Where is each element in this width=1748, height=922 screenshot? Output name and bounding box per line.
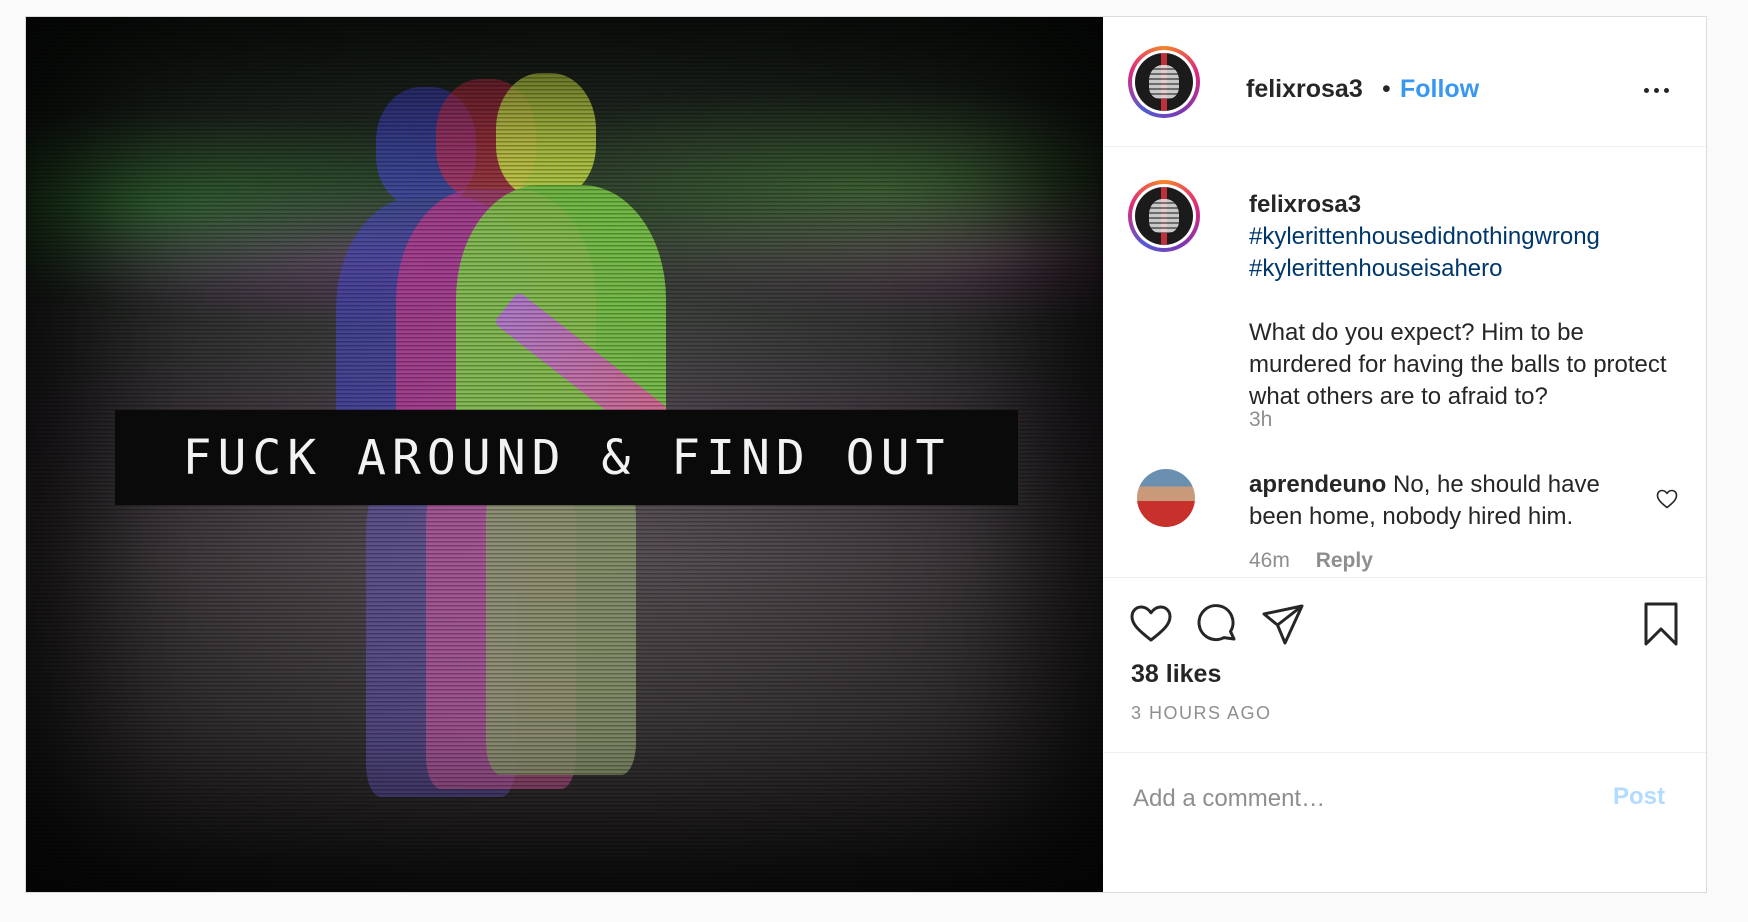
- skull-flag-icon: [1149, 199, 1179, 233]
- post-comment-button[interactable]: Post: [1613, 783, 1665, 811]
- commenter-avatar[interactable]: [1137, 469, 1195, 527]
- author-username[interactable]: felixrosa3: [1246, 75, 1363, 104]
- add-comment-section: Post: [1103, 752, 1706, 892]
- header-separator: •: [1382, 75, 1391, 103]
- comment-icon[interactable]: [1193, 600, 1241, 648]
- caption-avatar[interactable]: [1128, 180, 1200, 252]
- comment-time[interactable]: 46m: [1249, 549, 1290, 572]
- bookmark-icon[interactable]: [1637, 600, 1685, 648]
- comment-like-heart-icon[interactable]: [1655, 487, 1679, 511]
- actions-section: 38 likes 3 HOURS AGO: [1103, 577, 1706, 752]
- post-image[interactable]: FUCK AROUND & FIND OUT: [26, 17, 1103, 892]
- paper-plane-icon[interactable]: [1259, 600, 1307, 648]
- post-timestamp[interactable]: 3 HOURS AGO: [1131, 703, 1272, 724]
- caption-time[interactable]: 3h: [1249, 408, 1272, 432]
- author-avatar[interactable]: [1128, 46, 1200, 118]
- post-side-panel: felixrosa3 • Follow felixrosa3 #kyleritt…: [1103, 17, 1706, 892]
- post-header: felixrosa3 • Follow: [1103, 17, 1706, 147]
- hashtag-link[interactable]: #kylerittenhouseisahero: [1249, 253, 1679, 285]
- comment-body: aprendeuno No, he should have been home,…: [1249, 469, 1649, 533]
- likes-count[interactable]: 38 likes: [1131, 660, 1221, 689]
- comment-meta: 46m Reply: [1249, 549, 1373, 573]
- more-options-icon[interactable]: [1636, 75, 1676, 105]
- heart-icon[interactable]: [1127, 600, 1175, 648]
- caption-text: What do you expect? Him to be murdered f…: [1249, 319, 1667, 410]
- comment-input[interactable]: [1131, 771, 1595, 827]
- comment-username[interactable]: aprendeuno: [1249, 471, 1386, 498]
- hashtag-link[interactable]: #kylerittenhousedidnothingwrong: [1249, 221, 1679, 253]
- image-overlay-text: FUCK AROUND & FIND OUT: [182, 429, 951, 486]
- skull-flag-icon: [1149, 65, 1179, 99]
- caption-body: felixrosa3 #kylerittenhousedidnothingwro…: [1249, 189, 1679, 413]
- post-card: FUCK AROUND & FIND OUT felixrosa3 • Foll…: [25, 16, 1707, 893]
- caption-username[interactable]: felixrosa3: [1249, 189, 1679, 221]
- image-text-banner: FUCK AROUND & FIND OUT: [115, 410, 1018, 505]
- follow-button[interactable]: Follow: [1400, 75, 1479, 104]
- comments-section[interactable]: felixrosa3 #kylerittenhousedidnothingwro…: [1103, 147, 1706, 577]
- reply-button[interactable]: Reply: [1316, 549, 1373, 572]
